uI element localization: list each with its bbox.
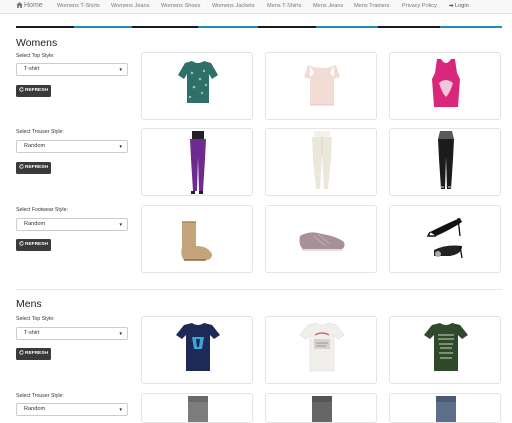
black-leggings-image [438,131,454,189]
tan-ugg-boot-image [181,221,212,261]
chevron-down-icon: ▼ [118,407,123,412]
navy-dc-tshirt-image [176,323,220,371]
womens-trouser-select[interactable]: Random ▼ [16,140,128,153]
product-card-mens-top-3[interactable] [389,316,501,384]
product-card-mens-trouser-1[interactable] [141,393,253,423]
purple-skinny-jeans-image [190,131,206,194]
pink-glitter-trainer-image [299,232,345,251]
white-graphic-tshirt-image [299,322,345,372]
top-navbar: Home Womens T-Shirts Womens Jeans Womens… [0,0,512,14]
refresh-icon [19,87,24,92]
nav-item-mens-trainers[interactable]: Mens Trainers [354,0,389,13]
stripe-segment [132,26,198,28]
womens-footwear-label: Select Footwear Style: [16,207,68,213]
womens-footwear-select[interactable]: Random ▼ [16,218,128,231]
womens-trouser-refresh-button[interactable]: REFRESH [16,162,51,174]
refresh-label: REFRESH [25,351,48,356]
womens-section-title: Womens [16,37,58,49]
home-icon [16,2,23,8]
womens-trouser-select-value: Random [24,143,46,149]
nav-item-womens-jeans[interactable]: Womens Jeans [111,0,149,13]
mens-top-label: Select Top Style: [16,316,55,322]
womens-top-refresh-button[interactable]: REFRESH [16,85,51,97]
refresh-label: REFRESH [25,88,48,93]
product-card-mens-top-2[interactable] [265,316,377,384]
pink-graphic-tank-image [432,59,460,107]
womens-top-select[interactable]: T-shirt ▼ [16,63,128,76]
nav-item-womens-shoes[interactable]: Womens Shoes [161,0,200,13]
womens-trouser-label: Select Trouser Style: [16,129,64,135]
nav-login-link[interactable]: Login [449,0,469,13]
refresh-icon [19,164,24,169]
refresh-icon [19,350,24,355]
mens-top-select[interactable]: T-shirt ▼ [16,327,128,340]
refresh-label: REFRESH [25,165,48,170]
mens-section-title: Mens [16,298,42,310]
product-card-mens-trouser-3[interactable] [389,393,501,423]
section-divider [16,289,502,290]
refresh-label: REFRESH [25,242,48,247]
chevron-down-icon: ▼ [118,331,123,336]
chevron-down-icon: ▼ [118,144,123,149]
chevron-down-icon: ▼ [118,222,123,227]
blue-jeans-image [436,396,456,422]
womens-top-label: Select Top Style: [16,53,55,59]
nav-item-mens-tshirts[interactable]: Mens T-Shirts [267,0,301,13]
mens-trouser-select[interactable]: Random ▼ [16,403,128,416]
womens-top-select-value: T-shirt [24,66,40,72]
nav-home-link[interactable]: Home [16,0,43,13]
product-card-womens-trouser-2[interactable] [265,128,377,196]
dark-grey-jeans-image [312,396,332,422]
chevron-down-icon: ▼ [118,67,123,72]
stripe-segment [440,26,502,28]
nav-item-mens-jeans[interactable]: Mens Jeans [313,0,343,13]
refresh-icon [19,241,24,246]
stripe-segment [16,26,74,28]
product-card-womens-top-3[interactable] [389,52,501,120]
stripe-segment [378,26,440,28]
product-card-womens-trouser-3[interactable] [389,128,501,196]
mens-trouser-select-value: Random [24,406,46,412]
product-card-mens-trouser-2[interactable] [265,393,377,423]
product-card-womens-top-2[interactable] [265,52,377,120]
nav-login-label: Login [455,3,469,9]
green-london-tshirt-image [424,323,468,371]
product-card-womens-shoe-3[interactable] [389,205,501,273]
login-icon [449,3,454,7]
nav-item-privacy-policy[interactable]: Privacy Policy [402,0,437,13]
stripe-segment [74,26,132,28]
stripe-segment [198,26,258,28]
nav-item-womens-tshirts[interactable]: Womens T-Shirts [57,0,100,13]
product-card-womens-shoe-1[interactable] [141,205,253,273]
product-card-womens-shoe-2[interactable] [265,205,377,273]
product-card-womens-trouser-1[interactable] [141,128,253,196]
nav-home-label: Home [24,2,43,9]
cold-shoulder-top-image [304,65,340,106]
womens-footwear-refresh-button[interactable]: REFRESH [16,239,51,251]
stripe-segment [316,26,378,28]
mens-trouser-label: Select Trouser Style: [16,393,64,399]
nav-item-womens-jackets[interactable]: Womens Jackets [212,0,255,13]
mens-top-select-value: T-shirt [24,330,40,336]
product-card-mens-top-1[interactable] [141,316,253,384]
grey-jeans-image [188,396,208,422]
stripe-segment [258,26,316,28]
strappy-heels-image [426,217,463,259]
womens-footwear-select-value: Random [24,221,46,227]
mens-top-refresh-button[interactable]: REFRESH [16,348,51,360]
product-card-womens-top-1[interactable] [141,52,253,120]
cream-trousers-image [312,131,332,189]
teal-patterned-blouse-image [178,61,218,103]
